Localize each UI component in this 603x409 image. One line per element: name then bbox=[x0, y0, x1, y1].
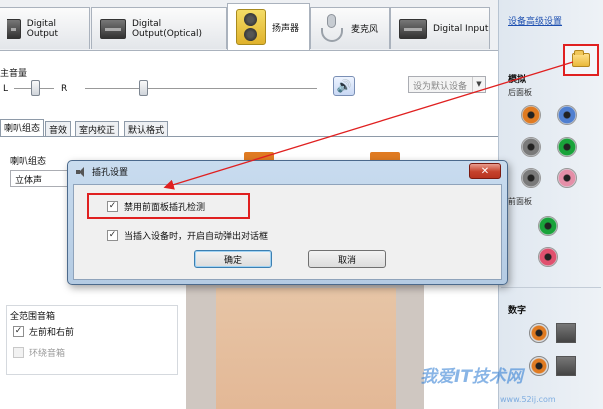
rear-jack-gray[interactable] bbox=[521, 137, 541, 157]
digital-coax-jack-2[interactable] bbox=[529, 356, 549, 376]
ok-button[interactable]: 确定 bbox=[194, 250, 272, 268]
microphone-icon bbox=[319, 13, 345, 44]
tab-label: Digital Input bbox=[433, 23, 489, 34]
subtab-label: 喇叭组态 bbox=[4, 124, 41, 134]
mute-speaker-button[interactable]: 🔊 bbox=[333, 76, 355, 96]
main-volume-title: 主音量 bbox=[0, 69, 28, 79]
jack-settings-dialog: 插孔设置 ✕ ✓ 禁用前面板插孔检测 ✓ 当插入设备时，开启自动弹出对话框 确定… bbox=[67, 160, 508, 285]
digital-output-device-icon bbox=[7, 18, 21, 39]
digital-input-device-icon bbox=[399, 18, 427, 39]
site-watermark: 我爱IT技术网 bbox=[420, 367, 523, 387]
disable-front-jack-detection-label: 禁用前面板插孔检测 bbox=[124, 202, 206, 213]
volume-slider-thumb[interactable] bbox=[139, 80, 148, 96]
front-lr-label: 左前和右前 bbox=[29, 328, 75, 338]
volume-slider-track bbox=[85, 88, 317, 90]
rear-panel-title: 后面板 bbox=[508, 88, 532, 97]
full-range-title: 全范围音箱 bbox=[10, 312, 56, 322]
speaker-small-icon bbox=[76, 166, 88, 177]
front-jack-green[interactable] bbox=[538, 216, 558, 236]
chevron-down-icon: ▼ bbox=[472, 77, 485, 92]
close-icon: ✕ bbox=[480, 165, 490, 177]
analog-section-title: 模拟 bbox=[508, 75, 527, 85]
speaker-config-label: 喇叭组态 bbox=[10, 157, 47, 167]
subtab-label: 室内校正 bbox=[79, 126, 116, 136]
front-lr-option[interactable]: ✓ 左前和右前 bbox=[13, 325, 74, 338]
subtab-speaker-config[interactable]: 喇叭组态 bbox=[0, 119, 45, 136]
dialog-title-bar: 插孔设置 bbox=[76, 165, 128, 178]
balance-left-label: L bbox=[3, 84, 9, 94]
dialog-body: ✓ 禁用前面板插孔检测 ✓ 当插入设备时，开启自动弹出对话框 确定 取消 bbox=[73, 184, 502, 280]
dialog-title: 插孔设置 bbox=[92, 168, 129, 178]
auto-popup-checkbox[interactable]: ✓ bbox=[107, 230, 118, 241]
subtab-sound-effects[interactable]: 音效 bbox=[45, 121, 72, 136]
tab-label: Digital Output(Optical) bbox=[131, 18, 203, 39]
speaker-icon bbox=[236, 9, 266, 45]
front-jack-pink[interactable] bbox=[538, 247, 558, 267]
room-floor-graphic bbox=[216, 288, 396, 409]
subtab-room-correction[interactable]: 室内校正 bbox=[75, 121, 120, 136]
subtab-default-format[interactable]: 默认格式 bbox=[124, 121, 169, 136]
auto-popup-label: 当插入设备时，开启自动弹出对话框 bbox=[124, 232, 269, 242]
surround-option: 环绕音箱 bbox=[13, 346, 65, 359]
subtab-label: 音效 bbox=[49, 126, 68, 136]
surround-checkbox bbox=[13, 347, 24, 358]
auto-popup-option[interactable]: ✓ 当插入设备时，开启自动弹出对话框 bbox=[107, 229, 268, 242]
front-lr-checkbox[interactable]: ✓ bbox=[13, 326, 24, 337]
front-panel-title: 前面板 bbox=[508, 197, 532, 206]
optical-output-device-icon bbox=[100, 18, 126, 39]
rear-jack-pink[interactable] bbox=[557, 168, 577, 188]
tab-label: 扬声器 bbox=[272, 23, 300, 34]
tab-digital-output[interactable]: Digital Output bbox=[0, 7, 90, 49]
rear-jack-blue[interactable] bbox=[557, 105, 577, 125]
rear-jack-green[interactable] bbox=[557, 137, 577, 157]
digital-section-title: 数字 bbox=[508, 306, 527, 316]
surround-label: 环绕音箱 bbox=[29, 349, 66, 359]
advanced-device-settings-link[interactable]: 设备高级设置 bbox=[508, 14, 562, 27]
digital-optical-port-icon[interactable] bbox=[556, 323, 576, 343]
balance-slider-thumb[interactable] bbox=[31, 80, 40, 96]
rear-jack-gray-2[interactable] bbox=[521, 168, 541, 188]
set-default-device-label: 设为默认设备 bbox=[413, 82, 468, 92]
device-tab-bar: Digital Output Digital Output(Optical) 扬… bbox=[0, 0, 498, 50]
close-button[interactable]: ✕ bbox=[469, 163, 501, 179]
disable-front-jack-detection-option[interactable]: ✓ 禁用前面板插孔检测 bbox=[87, 193, 250, 219]
subtab-divider bbox=[0, 136, 498, 137]
digital-coax-jack[interactable] bbox=[529, 323, 549, 343]
folder-icon bbox=[572, 50, 590, 67]
rear-jack-orange[interactable] bbox=[521, 105, 541, 125]
subtab-label: 默认格式 bbox=[128, 126, 165, 136]
speaker-config-select[interactable]: 立体声 bbox=[10, 170, 70, 187]
balance-right-label: R bbox=[61, 84, 68, 94]
speaker-volume-icon: 🔊 bbox=[336, 79, 352, 93]
disable-front-jack-detection-checkbox[interactable]: ✓ bbox=[107, 200, 118, 212]
digital-optical-port-icon-2[interactable] bbox=[556, 356, 576, 376]
tab-digital-output-optical[interactable]: Digital Output(Optical) bbox=[91, 7, 227, 49]
cancel-button[interactable]: 取消 bbox=[308, 250, 386, 268]
right-panel-divider bbox=[501, 287, 601, 288]
tab-label: Digital Output bbox=[26, 18, 59, 39]
tab-microphone[interactable]: 麦克风 bbox=[310, 7, 390, 49]
tab-label: 麦克风 bbox=[351, 25, 379, 35]
set-default-device-dropdown[interactable]: 设为默认设备 ▼ bbox=[408, 76, 486, 93]
tab-digital-input[interactable]: Digital Input bbox=[390, 7, 490, 49]
tab-speakers[interactable]: 扬声器 bbox=[227, 3, 310, 50]
site-watermark-url: www.52ij.com bbox=[500, 395, 556, 404]
jack-settings-button[interactable] bbox=[563, 44, 599, 76]
